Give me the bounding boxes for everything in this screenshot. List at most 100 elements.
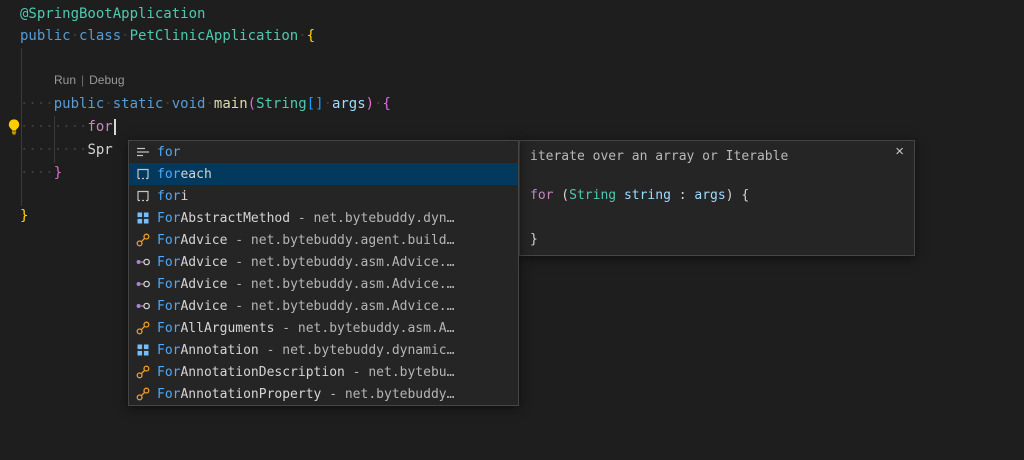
suggestion-match-text: For [157,321,180,336]
docs-summary: iterate over an array or Iterable [520,141,914,164]
suggestion-item[interactable]: ForAnnotationDescription - net.bytebu… [129,361,518,383]
code-token: · [298,28,306,44]
main-declaration-line[interactable]: ····public·static·void·main(String[]·arg… [20,94,391,115]
code-token: public [20,28,71,44]
suggestion-label: ForAbstractMethod [157,211,290,226]
class-icon [135,232,151,248]
suggestion-rest-text: Advice [180,233,227,248]
suggestion-label: ForAdvice [157,299,227,314]
suggestion-detail: - net.bytebuddy.asm.Advice.… [227,277,454,292]
enum-member-icon [135,298,151,314]
suggestion-label: fori [157,189,188,204]
suggestion-detail: - net.bytebuddy.agent.build… [227,233,454,248]
code-token: [] [307,96,324,112]
code-token: ········ [20,142,87,158]
code-token: class [79,28,121,44]
snippet-icon [135,166,151,182]
suggestion-match-text: For [157,299,180,314]
code-token: String [569,188,616,203]
suggestion-label: ForAdvice [157,277,227,292]
code-token: · [163,96,171,112]
suggestion-item[interactable]: foreach [129,163,518,185]
suggestion-match-text: for [157,167,180,182]
suggestion-item[interactable]: ForAllArguments - net.bytebuddy.asm.A… [129,317,518,339]
suggestion-match-text: for [157,189,180,204]
code-token: } [20,208,28,224]
vscode-editor[interactable]: { "theme": { "editor_background": "#1e1e… [0,0,1024,460]
enum-member-icon [135,254,151,270]
code-token: ···· [20,96,54,112]
docs-code: for (String string : args) {} [530,185,906,251]
docs-code-line: for (String string : args) { [530,185,906,207]
code-token: { [383,96,391,112]
code-token: PetClinicApplication [130,28,299,44]
code-token: ) { [726,188,749,203]
suggestion-rest-text: AnnotationDescription [180,365,344,380]
class-icon [135,364,151,380]
suggestion-item[interactable]: fori [129,185,518,207]
suggestion-rest-text: AnnotationProperty [180,387,321,402]
suggestion-label: ForAnnotationProperty [157,387,321,402]
annotation-line[interactable]: @SpringBootApplication [20,4,205,25]
suggestion-item[interactable]: ForAdvice - net.bytebuddy.asm.Advice.… [129,273,518,295]
code-token: String [256,96,307,112]
codelens-debug-link[interactable]: Debug [89,73,124,87]
interface-icon [135,342,151,358]
code-token: · [104,96,112,112]
code-token: for [530,188,553,203]
suggestion-detail: - net.bytebuddy.dynamic… [259,343,455,358]
suggestion-rest-text: Advice [180,255,227,270]
suggestion-item[interactable]: ForAdvice - net.bytebuddy.asm.Advice.… [129,251,518,273]
suggestion-label: ForAdvice [157,255,227,270]
suggestion-rest-text: Annotation [180,343,258,358]
suggestion-detail: - net.bytebuddy… [321,387,454,402]
code-token [616,188,624,203]
code-token: Spr [87,142,112,158]
code-token: @SpringBootApplication [20,6,205,22]
code-token: · [71,28,79,44]
codelens: Run | Debug [54,72,125,88]
class-close-brace-line[interactable]: } [20,206,28,227]
code-token: ········ [20,119,87,135]
suggestion-match-text: For [157,211,180,226]
suggestion-item[interactable]: ForAnnotationProperty - net.bytebuddy… [129,383,518,405]
suggest-widget: forforeachforiForAbstractMethod - net.by… [128,140,519,406]
code-token: · [374,96,382,112]
codelens-separator: | [81,73,84,87]
suggestion-item[interactable]: ForAdvice - net.bytebuddy.asm.Advice.… [129,295,518,317]
suggestion-item[interactable]: ForAbstractMethod - net.bytebuddy.dyn… [129,207,518,229]
suggestion-label: ForAllArguments [157,321,274,336]
suggestion-match-text: For [157,343,180,358]
suggestion-item[interactable]: ForAdvice - net.bytebuddy.agent.build… [129,229,518,251]
enum-member-icon [135,276,151,292]
snippet-icon [135,188,151,204]
suggestion-item[interactable]: ForAnnotation - net.bytebuddy.dynamic… [129,339,518,361]
close-icon[interactable]: × [895,144,904,160]
code-token: · [121,28,129,44]
main-close-brace-line[interactable]: ····} [20,163,62,184]
interface-icon [135,210,151,226]
partial-spring-line[interactable]: ········Spr [20,140,113,161]
class-icon [135,320,151,336]
code-token: { [307,28,315,44]
suggestion-rest-text: AllArguments [180,321,274,336]
code-token: args [332,96,366,112]
suggestion-rest-text: Advice [180,299,227,314]
suggestion-item[interactable]: for [129,141,518,163]
suggestion-detail: - net.bytebuddy.asm.Advice.… [227,299,454,314]
suggestion-rest-text: each [180,167,211,182]
class-declaration-line[interactable]: public·class·PetClinicApplication·{ [20,26,315,47]
suggestion-match-text: For [157,277,180,292]
codelens-run-link[interactable]: Run [54,73,76,87]
code-token: main [214,96,248,112]
suggestion-detail: - net.bytebuddy.dyn… [290,211,454,226]
suggestion-detail: - net.bytebuddy.asm.Advice.… [227,255,454,270]
code-token: } [54,165,62,181]
suggestion-label: ForAnnotation [157,343,259,358]
code-token: static [113,96,164,112]
suggest-list: forforeachforiForAbstractMethod - net.by… [129,141,518,405]
suggestion-match-text: for [157,145,180,160]
suggestion-label: ForAnnotationDescription [157,365,345,380]
code-token: ···· [20,165,54,181]
typed-for-line[interactable]: ········for [20,117,116,138]
